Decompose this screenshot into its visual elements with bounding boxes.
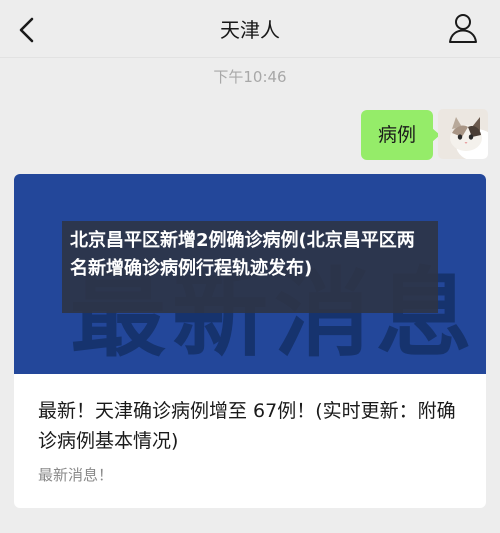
article-card[interactable]: 最新消息 北京昌平区新增2例确诊病例(北京昌平区两名新增确诊病例行程轨迹发布) … [14, 174, 486, 508]
chat-title: 天津人 [220, 18, 280, 42]
navigation-bar: 天津人 [0, 0, 500, 58]
message-timestamp: 下午10:46 [213, 68, 287, 86]
article-source: 最新消息！ [38, 466, 114, 484]
cat-avatar-image [438, 109, 488, 159]
profile-button[interactable] [446, 11, 480, 45]
person-icon [449, 14, 477, 43]
article-overlay-title: 北京昌平区新增2例确诊病例(北京昌平区两名新增确诊病例行程轨迹发布) [62, 221, 438, 313]
sent-message-bubble[interactable]: 病例 [360, 110, 440, 160]
article-cover-image: 最新消息 北京昌平区新增2例确诊病例(北京昌平区两名新增确诊病例行程轨迹发布) [14, 174, 486, 374]
article-description: 最新！天津确诊病例增至 67例！(实时更新：附确诊病例基本情况) [38, 400, 456, 452]
user-avatar[interactable] [438, 109, 488, 159]
sent-message-text: 病例 [377, 124, 416, 146]
